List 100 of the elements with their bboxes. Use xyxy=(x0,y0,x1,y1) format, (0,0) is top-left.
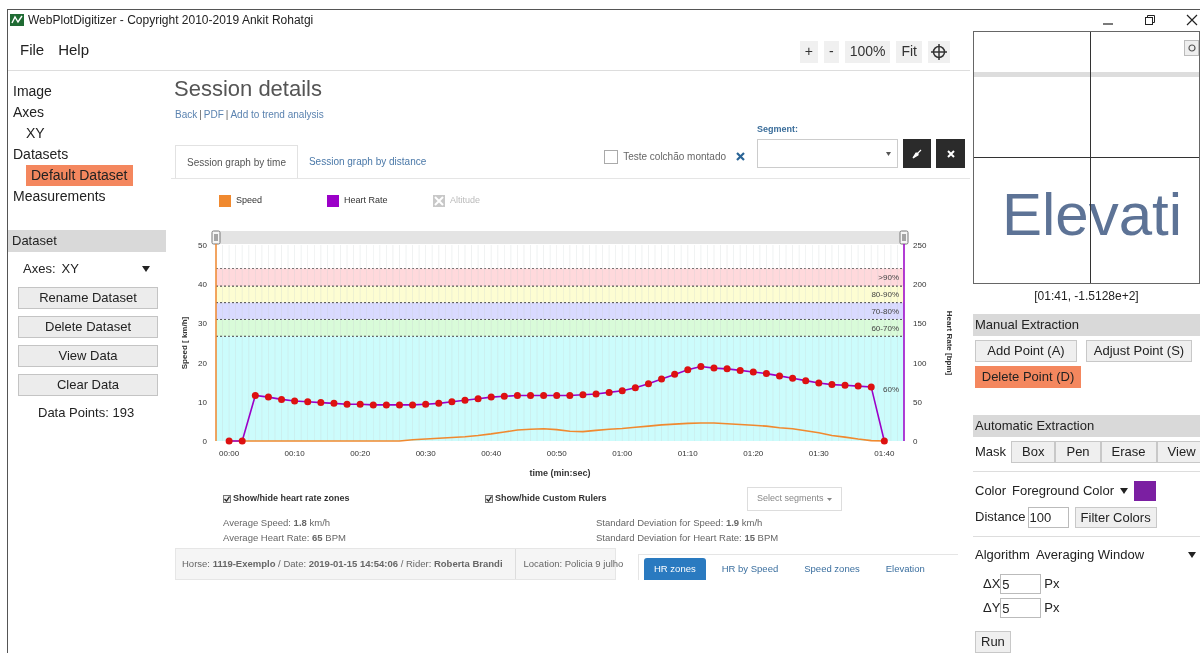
data-point[interactable] xyxy=(343,400,351,408)
data-point[interactable] xyxy=(448,398,456,406)
dataset-button[interactable]: Clear Data xyxy=(18,373,158,396)
x-icon[interactable] xyxy=(736,152,745,161)
data-point[interactable] xyxy=(579,391,587,399)
tool-button[interactable]: Add Point (A) xyxy=(975,340,1077,362)
data-point[interactable] xyxy=(762,370,770,378)
tool-button[interactable]: View xyxy=(1156,441,1200,463)
parameter-input[interactable]: 5 xyxy=(1000,598,1042,618)
range-handle[interactable] xyxy=(211,230,221,245)
data-point[interactable] xyxy=(618,387,626,395)
data-point[interactable] xyxy=(278,395,285,403)
data-point[interactable] xyxy=(880,437,888,445)
data-point[interactable] xyxy=(264,393,272,401)
link[interactable]: PDF xyxy=(203,106,224,122)
data-point[interactable] xyxy=(736,366,744,374)
data-point[interactable] xyxy=(474,395,482,403)
tab[interactable]: Session graph by distance xyxy=(297,145,438,178)
data-point[interactable] xyxy=(461,396,469,404)
tree-item[interactable]: XY xyxy=(26,123,45,144)
data-point[interactable] xyxy=(330,399,338,407)
data-point[interactable] xyxy=(776,372,783,380)
data-point[interactable] xyxy=(369,401,377,409)
color-mode-dropdown[interactable]: Foreground Color xyxy=(1012,481,1128,501)
tool-button[interactable]: Delete Point (D) xyxy=(975,366,1081,388)
data-point[interactable] xyxy=(789,374,797,382)
legend-label[interactable]: Speed xyxy=(236,194,263,208)
data-point[interactable] xyxy=(854,382,862,390)
tab[interactable]: Session graph by time xyxy=(175,145,298,178)
data-point[interactable] xyxy=(527,392,534,400)
distance-input[interactable]: 100 xyxy=(1027,506,1069,528)
tree-item[interactable]: Image xyxy=(13,81,52,102)
tool-button[interactable]: Erase xyxy=(1100,441,1157,463)
data-point[interactable] xyxy=(697,363,705,370)
crosshair-button[interactable] xyxy=(928,40,950,63)
data-point[interactable] xyxy=(500,392,508,400)
data-point[interactable] xyxy=(422,400,430,408)
settings-button[interactable] xyxy=(1184,40,1199,56)
data-point[interactable] xyxy=(710,364,718,372)
data-point[interactable] xyxy=(841,381,849,389)
data-point[interactable] xyxy=(251,392,259,400)
data-point[interactable] xyxy=(553,392,561,400)
tree-item[interactable]: Measurements xyxy=(13,186,106,207)
tab[interactable]: Speed zones xyxy=(794,558,870,580)
legend-label[interactable]: Heart Rate xyxy=(344,194,388,208)
data-point[interactable] xyxy=(631,384,639,392)
data-point[interactable] xyxy=(317,399,325,407)
color-swatch[interactable] xyxy=(1133,481,1156,501)
data-point[interactable] xyxy=(644,380,652,388)
data-point[interactable] xyxy=(382,401,390,409)
data-point[interactable] xyxy=(513,392,521,400)
dataset-button[interactable]: Rename Dataset xyxy=(18,286,158,309)
tool-button[interactable]: Adjust Point (S) xyxy=(1086,340,1192,362)
zoom-button[interactable]: + xyxy=(799,40,818,63)
range-handle[interactable] xyxy=(899,230,909,245)
dataset-button[interactable]: Delete Dataset xyxy=(18,315,158,338)
tree-item[interactable]: Datasets xyxy=(13,144,69,165)
close-icon[interactable] xyxy=(1186,13,1198,26)
tab[interactable]: HR zones xyxy=(644,558,706,580)
link[interactable]: Add to trend analysis xyxy=(230,106,324,122)
run-button[interactable]: Run xyxy=(975,630,1011,653)
zoom-button[interactable]: - xyxy=(823,40,839,63)
checkbox[interactable] xyxy=(604,149,619,164)
data-point[interactable] xyxy=(828,381,836,389)
axes-dropdown[interactable]: XY xyxy=(61,259,150,279)
checkbox[interactable] xyxy=(485,495,493,503)
data-point[interactable] xyxy=(487,393,495,401)
tree-item[interactable]: Axes xyxy=(13,102,45,123)
data-point[interactable] xyxy=(658,375,666,383)
data-point[interactable] xyxy=(435,399,443,407)
menu-item[interactable]: Help xyxy=(58,39,90,62)
data-point[interactable] xyxy=(802,377,810,385)
filter-button[interactable]: Filter Colors xyxy=(1074,506,1157,528)
data-point[interactable] xyxy=(395,401,403,409)
restore-icon[interactable] xyxy=(1144,13,1156,26)
data-point[interactable] xyxy=(867,383,875,391)
data-point[interactable] xyxy=(566,392,574,400)
data-point[interactable] xyxy=(225,437,233,445)
data-point[interactable] xyxy=(291,397,299,405)
tab[interactable]: Elevation xyxy=(875,558,935,580)
tree-item[interactable]: Default Dataset xyxy=(26,165,133,186)
data-point[interactable] xyxy=(238,437,246,445)
data-point[interactable] xyxy=(540,392,548,400)
tab[interactable]: HR by Speed xyxy=(711,558,789,580)
data-point[interactable] xyxy=(605,388,613,396)
zoom-button[interactable]: 100% xyxy=(844,40,891,63)
data-point[interactable] xyxy=(671,370,679,378)
pin-button[interactable] xyxy=(903,139,931,168)
data-point[interactable] xyxy=(409,401,417,409)
tool-button[interactable]: Box xyxy=(1011,441,1056,463)
zoom-button[interactable]: Fit xyxy=(896,40,922,63)
clear-button[interactable] xyxy=(936,139,965,168)
dataset-button[interactable]: View Data xyxy=(18,344,158,367)
data-point[interactable] xyxy=(815,379,823,387)
segments-dropdown[interactable]: Select segments xyxy=(747,487,842,511)
parameter-input[interactable]: 5 xyxy=(1000,574,1042,594)
menu-item[interactable]: File xyxy=(20,39,45,62)
data-point[interactable] xyxy=(356,400,364,408)
data-point[interactable] xyxy=(304,398,312,406)
data-point[interactable] xyxy=(684,366,692,374)
